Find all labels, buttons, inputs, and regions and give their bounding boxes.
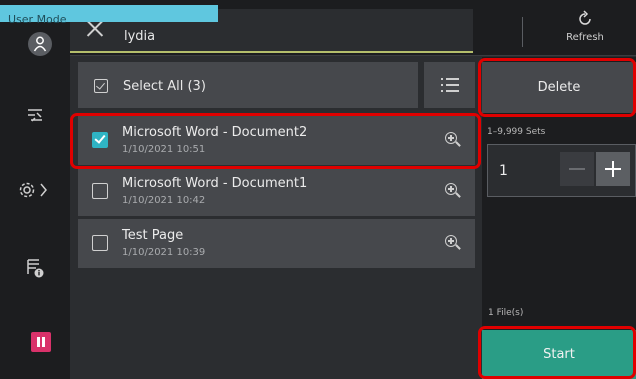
quantity-value[interactable]: 1 xyxy=(499,163,508,179)
refresh-button[interactable]: Refresh xyxy=(555,10,615,50)
folder-name: lydia xyxy=(124,29,156,44)
refresh-icon xyxy=(555,10,615,32)
highlight-frame xyxy=(478,326,636,379)
settings-icon[interactable] xyxy=(0,175,70,205)
zoom-preview-icon[interactable] xyxy=(445,183,461,199)
select-all-icon xyxy=(94,79,108,93)
document-date: 1/10/2021 10:42 xyxy=(122,195,206,206)
refresh-label: Refresh xyxy=(566,32,604,43)
document-checkbox[interactable] xyxy=(92,183,108,199)
document-checkbox[interactable] xyxy=(92,235,108,251)
user-icon[interactable] xyxy=(28,32,52,56)
document-date: 1/10/2021 10:39 xyxy=(122,247,206,258)
select-all-label: Select All (3) xyxy=(123,79,206,94)
files-count-label: 1 File(s) xyxy=(488,308,524,318)
plus-icon[interactable] xyxy=(596,152,630,186)
highlight-frame xyxy=(478,58,636,117)
document-name: Microsoft Word - Document1 xyxy=(122,176,308,191)
user-mode-label: User Mode xyxy=(8,13,67,26)
list-view-icon xyxy=(441,77,459,93)
document-name: Test Page xyxy=(122,228,184,243)
printer-info-icon[interactable] xyxy=(0,253,70,283)
list-item[interactable]: Microsoft Word - Document1 1/10/2021 10:… xyxy=(78,167,475,216)
sets-range-label: 1–9,999 Sets xyxy=(487,127,546,137)
select-all-button[interactable]: Select All (3) xyxy=(78,62,418,108)
list-item[interactable]: Test Page 1/10/2021 10:39 xyxy=(78,219,475,268)
pause-icon[interactable] xyxy=(31,332,51,352)
quantity-stepper: 1 xyxy=(487,144,636,197)
job-list-icon[interactable] xyxy=(0,100,70,130)
user-mode-bar: User Mode xyxy=(0,5,218,26)
highlight-frame xyxy=(70,113,481,169)
header-divider xyxy=(522,17,523,47)
list-view-button[interactable] xyxy=(424,62,475,108)
zoom-preview-icon[interactable] xyxy=(445,235,461,251)
minus-icon[interactable] xyxy=(560,152,594,186)
